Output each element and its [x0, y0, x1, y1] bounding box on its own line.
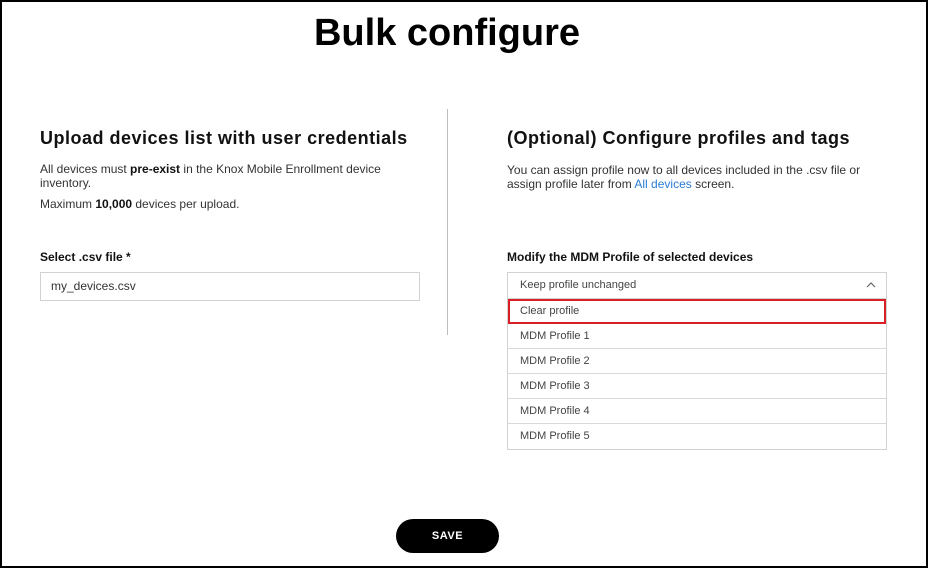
mdm-profile-select[interactable]: Keep profile unchanged [507, 272, 887, 299]
max-bold: 10,000 [95, 197, 133, 211]
column-divider [447, 109, 448, 335]
upload-desc-bold: pre-exist [130, 162, 181, 176]
upload-desc-prefix: All devices must [40, 162, 131, 176]
option-clear-profile[interactable]: Clear profile [508, 299, 886, 324]
max-suffix: devices per upload. [132, 197, 240, 211]
save-button[interactable]: SAVE [396, 519, 499, 553]
chevron-up-icon [866, 282, 876, 288]
max-prefix: Maximum [40, 197, 96, 211]
option-mdm-profile-1[interactable]: MDM Profile 1 [508, 324, 886, 349]
profiles-desc-suffix: screen. [691, 177, 735, 191]
page-title: Bulk configure [313, 12, 581, 54]
upload-description: All devices must pre-exist in the Knox M… [40, 162, 400, 190]
mdm-profile-selected-value: Keep profile unchanged [520, 279, 637, 291]
all-devices-link[interactable]: All devices [634, 177, 691, 191]
upload-max-note: Maximum 10,000 devices per upload. [40, 197, 400, 211]
option-mdm-profile-5[interactable]: MDM Profile 5 [508, 424, 886, 449]
bulk-configure-window: Bulk configure Upload devices list with … [0, 0, 928, 568]
mdm-profile-dropdown: Clear profile MDM Profile 1 MDM Profile … [507, 299, 887, 450]
option-mdm-profile-2[interactable]: MDM Profile 2 [508, 349, 886, 374]
upload-section-heading: Upload devices list with user credential… [40, 128, 408, 148]
csv-file-input[interactable]: my_devices.csv [40, 272, 420, 301]
mdm-profile-label: Modify the MDM Profile of selected devic… [507, 250, 754, 264]
option-mdm-profile-4[interactable]: MDM Profile 4 [508, 399, 886, 424]
option-mdm-profile-3[interactable]: MDM Profile 3 [508, 374, 886, 399]
csv-file-label: Select .csv file * [40, 250, 131, 264]
profiles-section-heading: (Optional) Configure profiles and tags [507, 128, 850, 148]
profiles-description: You can assign profile now to all device… [507, 163, 877, 191]
